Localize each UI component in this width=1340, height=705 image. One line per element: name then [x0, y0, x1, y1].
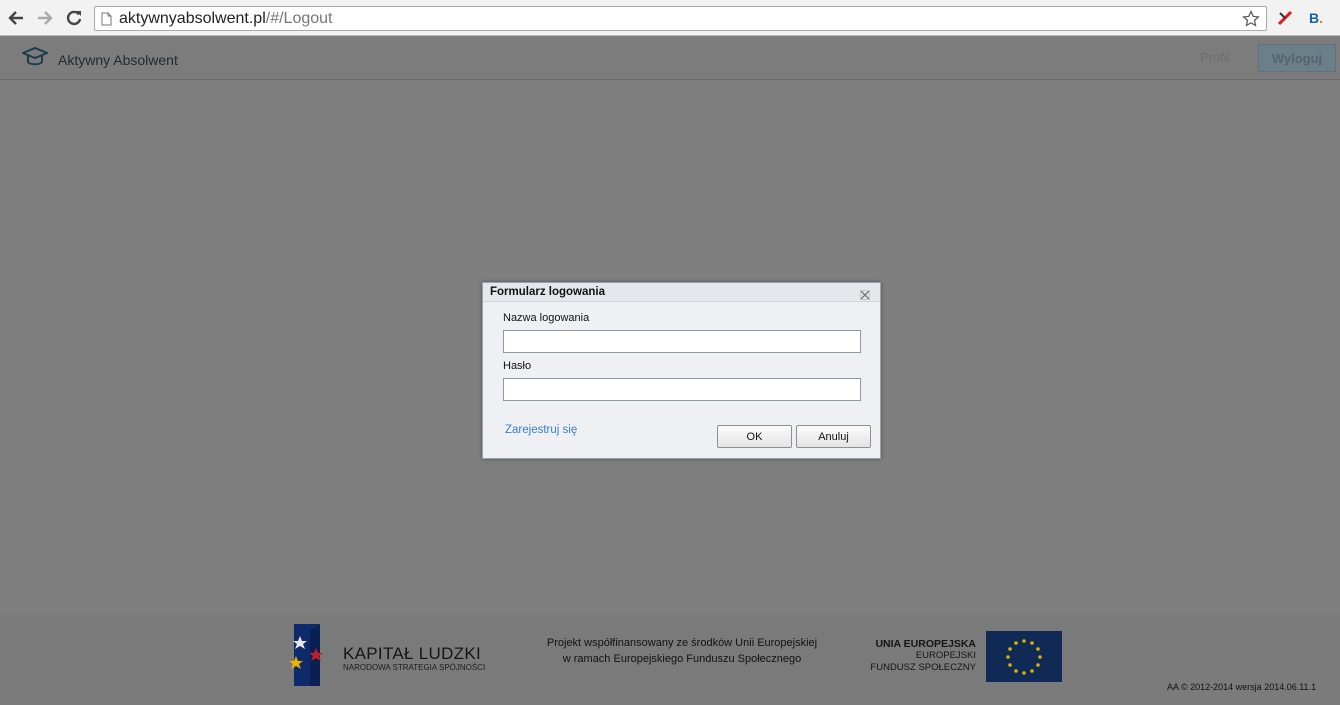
logout-button[interactable]: Wyloguj: [1258, 44, 1336, 72]
eu-line-2: EUROPEJSKI: [915, 650, 976, 661]
cancel-button[interactable]: Anuluj: [796, 425, 871, 448]
dialog-title: Formularz logowania: [490, 286, 606, 298]
bookmark-star-icon[interactable]: [1242, 10, 1260, 33]
dialog-titlebar[interactable]: Formularz logowania: [483, 283, 880, 302]
register-link[interactable]: Zarejestruj się: [505, 424, 577, 436]
graduation-cap-icon: [20, 46, 50, 73]
eu-fund-text: UNIA EUROPEJSKA EUROPEJSKI FUNDUSZ SPOŁE…: [856, 638, 976, 674]
arrow-right-icon: [38, 11, 53, 25]
project-line-1: Projekt współfinansowany ze środków Unii…: [546, 637, 818, 649]
kapital-ludzki-subtitle: NARODOWA STRATEGIA SPÓJNOŚCI: [343, 663, 486, 672]
address-bar[interactable]: aktywnyabsolwent.pl/#/Logout: [94, 6, 1267, 31]
kapital-ludzki-title: KAPITAŁ LUDZKI: [343, 644, 482, 663]
url-text: aktywnyabsolwent.pl/#/Logout: [119, 10, 333, 27]
kapital-ludzki-logo: [288, 620, 328, 695]
project-funding-text: Projekt współfinansowany ze środków Unii…: [520, 635, 844, 667]
close-icon[interactable]: [860, 287, 870, 300]
reload-icon: [66, 10, 82, 26]
arrow-left-icon: [8, 11, 23, 25]
browser-toolbar: aktywnyabsolwent.pl/#/Logout B.: [0, 0, 1340, 36]
eu-line-3: FUNDUSZ SPOŁECZNY: [870, 662, 976, 673]
project-line-2: w ramach Europejskiego Funduszu Społeczn…: [562, 653, 802, 665]
password-label: Hasło: [503, 360, 532, 372]
app-header: Aktywny Absolwent Profil Wyloguj: [0, 37, 1340, 80]
kaspersky-extension-icon[interactable]: [1276, 9, 1294, 27]
page-icon: [101, 12, 112, 31]
brand-name[interactable]: Aktywny Absolwent: [58, 52, 178, 68]
b-extension-icon[interactable]: B.: [1307, 9, 1325, 27]
nav-profile-link[interactable]: Profil: [1200, 50, 1230, 65]
eu-flag-icon: [986, 631, 1062, 682]
username-label: Nazwa logowania: [503, 312, 590, 324]
copyright-text: AA © 2012-2014 wersja 2014.06.11.1: [1167, 682, 1317, 692]
eu-title: UNIA EUROPEJSKA: [875, 638, 976, 650]
username-input[interactable]: [503, 330, 861, 353]
reload-button[interactable]: [63, 7, 85, 29]
login-dialog: Formularz logowania Nazwa logowania Hasł…: [482, 282, 881, 459]
forward-button[interactable]: [34, 7, 56, 29]
ok-button[interactable]: OK: [717, 425, 792, 448]
password-input[interactable]: [503, 378, 861, 401]
back-button[interactable]: [5, 7, 27, 29]
